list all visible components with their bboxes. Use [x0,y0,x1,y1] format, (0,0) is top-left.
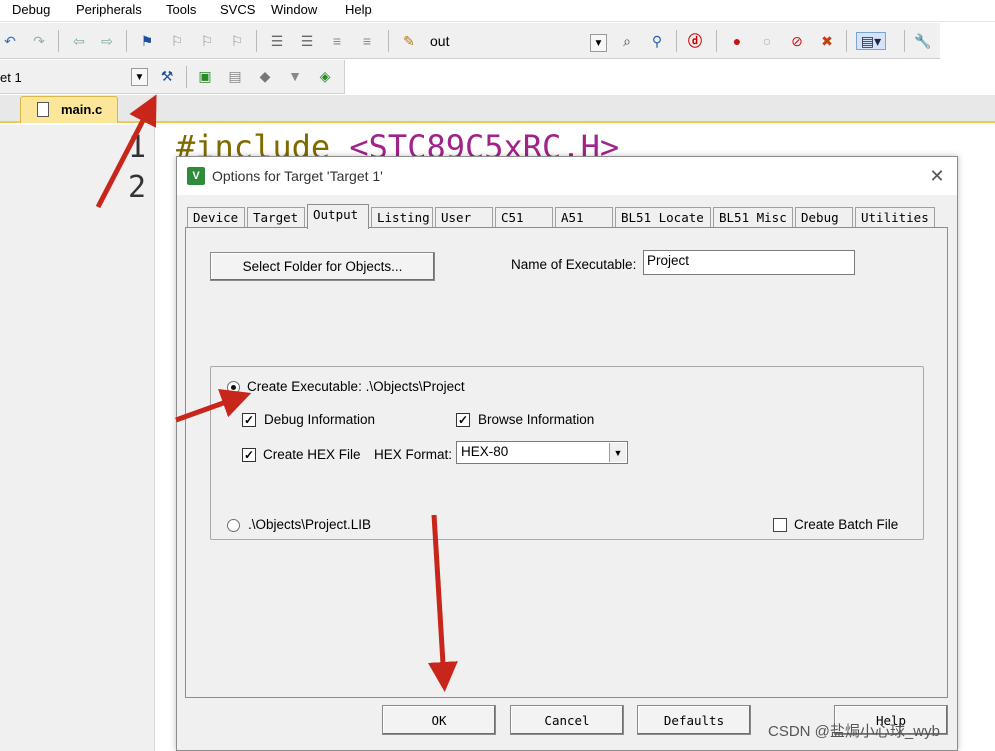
create-batch-file-label: Create Batch File [794,517,899,532]
menu-svcs[interactable]: SVCS [220,2,255,17]
menu-help[interactable]: Help [345,2,372,17]
tab-label: main.c [61,102,103,117]
tab-user[interactable]: User [435,207,493,228]
kill-breakpoints-icon[interactable]: ✖ [818,32,836,50]
tab-main-c[interactable]: main.c [20,96,118,123]
comment-icon[interactable]: ≡ [328,32,346,50]
tab-device[interactable]: Device [187,207,245,228]
tab-target[interactable]: Target [247,207,305,228]
toolbar-separator [716,30,717,52]
browse-information-label: Browse Information [478,412,595,427]
menu-bar: Debug Peripherals Tools SVCS Window Help [0,0,995,22]
toolbar-separator [676,30,677,52]
uvision-icon: V [187,167,205,185]
toolbar-separator [388,30,389,52]
cancel-button[interactable]: Cancel [510,705,624,735]
watermark: CSDN @盐焗小心球_wyb [768,723,940,740]
create-library-radio[interactable] [227,519,240,532]
browse-information-checkbox[interactable]: ✓ [456,413,470,427]
debug-information-label: Debug Information [264,412,376,427]
tab-output[interactable]: Output [307,204,369,229]
clear-bookmarks-icon[interactable]: ⚐ [228,32,246,50]
tab-bl51-misc[interactable]: BL51 Misc [713,207,793,228]
menu-tools[interactable]: Tools [166,2,196,17]
pack-icon[interactable]: ◈ [316,67,334,85]
hex-format-select[interactable]: HEX-80 ▼ [456,441,628,464]
toolbar-separator [904,30,905,52]
menu-debug[interactable]: Debug [12,2,50,17]
create-executable-label: Create Executable: .\Objects\Project [247,379,465,394]
find-icon[interactable]: ⌕ [618,32,636,50]
next-bookmark-icon[interactable]: ⚐ [198,32,216,50]
toolbar-separator [126,30,127,52]
manage-run-time-icon[interactable]: ◆ [256,67,274,85]
defaults-button[interactable]: Defaults [637,705,751,735]
target-options-icon[interactable]: ⚒ [158,67,176,85]
prev-bookmark-icon[interactable]: ⚐ [168,32,186,50]
disable-breakpoint-icon[interactable]: ○ [758,32,776,50]
debug-session-icon[interactable]: ⓓ [686,32,704,50]
line-number-gutter: 1 2 [0,125,155,751]
navigate-forward-icon[interactable]: ⇨ [98,32,116,50]
find-in-files-icon[interactable]: ✎ [400,32,418,50]
indent-icon[interactable]: ☰ [268,32,286,50]
select-software-packs-icon[interactable]: ▤ [226,67,244,85]
undo-icon[interactable]: ↶ [1,32,19,50]
options-dialog: V Options for Target 'Target 1' ✕ Device… [176,156,958,751]
name-of-executable-input[interactable]: Project [643,250,855,275]
create-hex-file-label: Create HEX File [263,447,361,462]
uncomment-icon[interactable]: ≡ [358,32,376,50]
toolbar-separator [186,66,187,88]
target-select[interactable]: et 1 [0,70,22,85]
toolbar-separator [256,30,257,52]
name-of-executable-label: Name of Executable: [511,257,637,272]
pack-installer-icon[interactable]: ▼ [286,67,304,85]
toolbar-separator [846,30,847,52]
debug-information-checkbox[interactable]: ✓ [242,413,256,427]
close-icon[interactable]: ✕ [927,166,947,186]
menu-peripherals[interactable]: Peripherals [76,2,142,17]
hex-format-label: HEX Format: [374,447,453,462]
chevron-down-icon[interactable]: ▼ [131,68,148,86]
tab-listing[interactable]: Listing [371,207,433,228]
file-icon [37,102,49,117]
menu-window[interactable]: Window [271,2,317,17]
build-toolbar: ▼ ⚒ ▣ ▤ ◆ ▼ ◈ [0,60,345,94]
tab-bl51-locate[interactable]: BL51 Locate [615,207,711,228]
breakpoint-icon[interactable]: ● [728,32,746,50]
tab-utilities[interactable]: Utilities [855,207,935,228]
disable-all-breakpoints-icon[interactable]: ⊘ [788,32,806,50]
line-number: 1 [127,130,146,165]
toolbar-separator [58,30,59,52]
tab-a51[interactable]: A51 [555,207,613,228]
bookmark-icon[interactable]: ⚑ [138,32,156,50]
redo-icon[interactable]: ↷ [30,32,48,50]
chevron-down-icon[interactable]: ▼ [590,34,607,52]
main-toolbar: ↶ ↷ ⇦ ⇨ ⚑ ⚐ ⚐ ⚐ ☰ ☰ ≡ ≡ ✎ ▼ ⌕ ⚲ ⓓ ● ○ ⊘ … [0,23,940,59]
window-layout-icon[interactable]: ▤▾ [856,32,886,50]
output-groupbox: Create Executable: .\Objects\Project ✓ D… [210,366,924,540]
select-folder-button[interactable]: Select Folder for Objects... [210,252,435,281]
line-number: 2 [127,170,146,205]
hex-format-value: HEX-80 [461,444,509,459]
chevron-down-icon[interactable]: ▼ [609,443,626,462]
create-batch-file-checkbox[interactable] [773,518,787,532]
dialog-title: Options for Target 'Target 1' [212,168,383,184]
tab-debug[interactable]: Debug [795,207,853,228]
incremental-find-icon[interactable]: ⚲ [648,32,666,50]
output-name-field[interactable]: out [430,33,449,49]
configure-icon[interactable]: 🔧 [914,32,932,50]
output-tab-page: Select Folder for Objects... Name of Exe… [185,227,948,698]
create-hex-file-checkbox[interactable]: ✓ [242,448,256,462]
navigate-back-icon[interactable]: ⇦ [70,32,88,50]
ok-button[interactable]: OK [382,705,496,735]
tab-c51[interactable]: C51 [495,207,553,228]
editor-tab-strip [0,95,995,123]
dialog-titlebar: V Options for Target 'Target 1' ✕ [177,157,957,195]
create-executable-radio[interactable] [227,381,240,394]
create-library-label: .\Objects\Project.LIB [248,517,372,532]
unindent-icon[interactable]: ☰ [298,32,316,50]
manage-project-items-icon[interactable]: ▣ [196,67,214,85]
